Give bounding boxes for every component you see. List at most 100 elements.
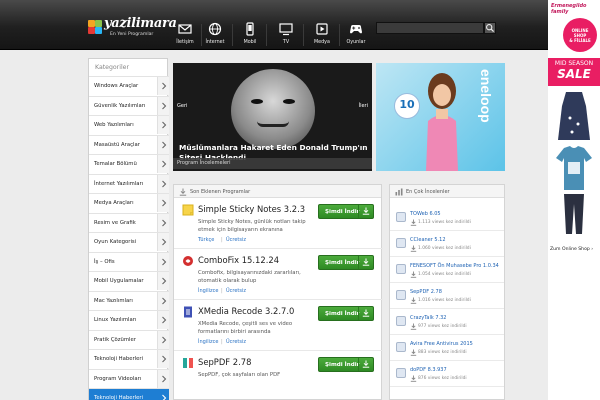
sidebar-category-item[interactable]: Temalar Bölümü — [89, 154, 169, 173]
program-meta-separator: | — [221, 237, 223, 243]
sidebar-category-label: Windows Araçlar — [94, 83, 139, 89]
site-logo[interactable]: yazilimara En Yeni Programlar — [88, 16, 177, 40]
popular-item-name[interactable]: CrazyTalk 7.32 — [410, 315, 447, 321]
download-button[interactable]: Şimdi İndir — [318, 255, 374, 270]
nav-internet[interactable]: İnternet — [199, 22, 231, 48]
sidebar-category-item[interactable]: Teknoloji Haberleri — [89, 349, 169, 368]
nav-iletisim[interactable]: İletişim — [169, 22, 201, 48]
popular-item[interactable]: FENESOFT Ön Muhasebe Pro 1.0.34 1.054 vie… — [390, 260, 504, 283]
popular-item-name[interactable]: FENESOFT Ön Muhasebe Pro 1.0.34 — [410, 263, 499, 269]
chevron-right-icon — [157, 369, 169, 388]
chevron-right-icon — [157, 194, 169, 212]
sidebar-category-item[interactable]: Masaüstü Araçlar — [89, 134, 169, 154]
search-input[interactable] — [376, 22, 484, 34]
app-thumbnail-icon — [396, 212, 406, 222]
nav-label: Medya — [314, 40, 330, 45]
popular-item[interactable]: CrazyTalk 7.32 977 views kez indirildi — [390, 312, 504, 335]
ad-banner[interactable]: 10 eneloop — [376, 63, 505, 171]
popular-item-name[interactable]: CCleaner 5.12 — [410, 237, 446, 243]
mask-image — [231, 69, 315, 149]
chevron-right-icon — [157, 135, 169, 154]
sidebar-category-label: İş – Ofis — [94, 258, 115, 265]
download-button[interactable]: Şimdi İndir — [318, 204, 374, 219]
program-item: Simple Sticky Notes 3.2.3 Simple Sticky N… — [174, 199, 383, 249]
chevron-right-icon — [157, 155, 169, 173]
popular-item-name[interactable]: SepPDF 2.78 — [410, 289, 442, 295]
program-name[interactable]: SepPDF 2.78 — [198, 357, 251, 367]
nav-mobil[interactable]: Mobil — [234, 22, 266, 48]
popular-item-name[interactable]: doPDF 8.3.937 — [410, 367, 447, 373]
program-name[interactable]: ComboFix 15.12.24 — [198, 255, 279, 265]
sidebar-category-label: Masaüstü Araçlar — [94, 141, 140, 148]
sticky-note-icon — [182, 204, 194, 216]
download-icon — [358, 256, 373, 269]
sidebar-category-item[interactable]: Resim ve Grafik — [89, 212, 169, 232]
download-icon — [410, 323, 417, 332]
program-name[interactable]: Simple Sticky Notes 3.2.3 — [198, 204, 305, 214]
side-ad-shop-link[interactable]: Zum Online Shop › — [550, 247, 593, 252]
program-license[interactable]: Ücretsiz — [226, 288, 246, 294]
chevron-right-icon — [157, 213, 169, 232]
sidebar-category-item[interactable]: Güvenlik Yazılımları — [89, 95, 169, 115]
app-thumbnail-icon — [396, 368, 406, 378]
sidebar-category-item[interactable]: Pratik Çözümler — [89, 329, 169, 349]
popular-item[interactable]: Avira Free Antivirus 2015 883 views kez i… — [390, 338, 504, 361]
category-sidebar: Kategoriler Windows Araçlar Güvenlik Yazı… — [88, 58, 169, 400]
download-button[interactable]: Şimdi İndir — [318, 306, 374, 321]
news-slider[interactable]: Geri İleri Müslümanlara Hakaret Eden Don… — [173, 63, 372, 171]
chevron-right-icon — [157, 96, 169, 115]
nav-label: TV — [282, 40, 290, 45]
nav-medya[interactable]: Medya — [306, 22, 338, 48]
nav-label: İnternet — [205, 40, 225, 45]
slider-tab[interactable]: Program İncelemeleri — [173, 158, 372, 169]
popular-item[interactable]: doPDF 8.3.937 876 views kez indirildi — [390, 364, 504, 387]
sidebar-category-item[interactable]: Mac Yazılımları — [89, 290, 169, 310]
side-ad[interactable]: Ermenegildo family ONLINE SHOP & FİLİALE… — [548, 0, 600, 400]
sidebar-category-item[interactable]: Teknoloji Haberleri — [89, 388, 169, 400]
popular-item[interactable]: TOWeb 6.05 1.113 views kez indirildi — [390, 208, 504, 231]
sidebar-category-item[interactable]: Linux Yazılımları — [89, 310, 169, 329]
sidebar-category-item[interactable]: Program Videoları — [89, 368, 169, 388]
download-button[interactable]: Şimdi İndir — [318, 357, 374, 372]
slider-next-button[interactable]: İleri — [359, 103, 368, 109]
sidebar-category-item[interactable]: İnternet Yazılımları — [89, 173, 169, 193]
side-ad-sale-title: SALE — [557, 67, 591, 81]
sidebar-category-item[interactable]: Medya Araçları — [89, 193, 169, 212]
program-language[interactable]: İngilizce — [198, 288, 218, 294]
chevron-right-icon — [157, 350, 169, 368]
program-item: XMedia Recode 3.2.7.0 XMedia Recode, çeşi… — [174, 301, 383, 351]
program-name[interactable]: XMedia Recode 3.2.7.0 — [198, 306, 294, 316]
slider-prev-button[interactable]: Geri — [177, 103, 187, 109]
popular-item[interactable]: SepPDF 2.78 1.016 views kez indirildi — [390, 286, 504, 309]
app-thumbnail-icon — [396, 290, 406, 300]
sidebar-category-label: Resim ve Grafik — [94, 219, 136, 226]
sidebar-category-item[interactable]: Windows Araçlar — [89, 76, 169, 95]
program-language[interactable]: Türkçe — [198, 237, 214, 243]
download-icon — [410, 271, 417, 280]
sidebar-category-label: Mac Yazılımları — [94, 297, 133, 304]
program-license[interactable]: Ücretsiz — [226, 237, 246, 243]
sidebar-category-item[interactable]: Web Yazılımları — [89, 115, 169, 134]
popular-item-name[interactable]: TOWeb 6.05 — [410, 211, 441, 217]
mask-eye — [251, 99, 263, 104]
popular-item[interactable]: CCleaner 5.12 1.060 views kez indirildi — [390, 234, 504, 257]
program-license[interactable]: Ücretsiz — [226, 339, 246, 345]
nav-tv[interactable]: TV — [270, 22, 302, 48]
download-button-label: Şimdi İndir — [325, 209, 360, 215]
popular-header: En Çok İncelenler — [390, 185, 504, 198]
program-description: Simple Sticky Notes, günlük notları taki… — [198, 219, 306, 233]
program-language[interactable]: İngilizce — [198, 339, 218, 345]
popular-item-views: 876 views kez indirildi — [418, 376, 467, 381]
sidebar-category-label: Linux Yazılımları — [94, 317, 137, 323]
sidebar-category-item[interactable]: Oyun Kategorisi — [89, 232, 169, 251]
sidebar-category-item[interactable]: İş – Ofis — [89, 251, 169, 271]
search-button[interactable] — [484, 22, 496, 34]
ad-brand: eneloop — [478, 69, 494, 123]
nav-label: Oyunlar — [346, 40, 366, 45]
sidebar-category-label: Pratik Çözümler — [94, 336, 136, 343]
sidebar-category-item[interactable]: Mobil Uygulamalar — [89, 271, 169, 290]
nav-oyunlar[interactable]: Oyunlar — [340, 22, 372, 48]
program-description: SepPDF, çok sayfaları olan PDF — [198, 372, 281, 378]
popular-item-name[interactable]: Avira Free Antivirus 2015 — [410, 341, 473, 347]
app-thumbnail-icon — [396, 238, 406, 248]
